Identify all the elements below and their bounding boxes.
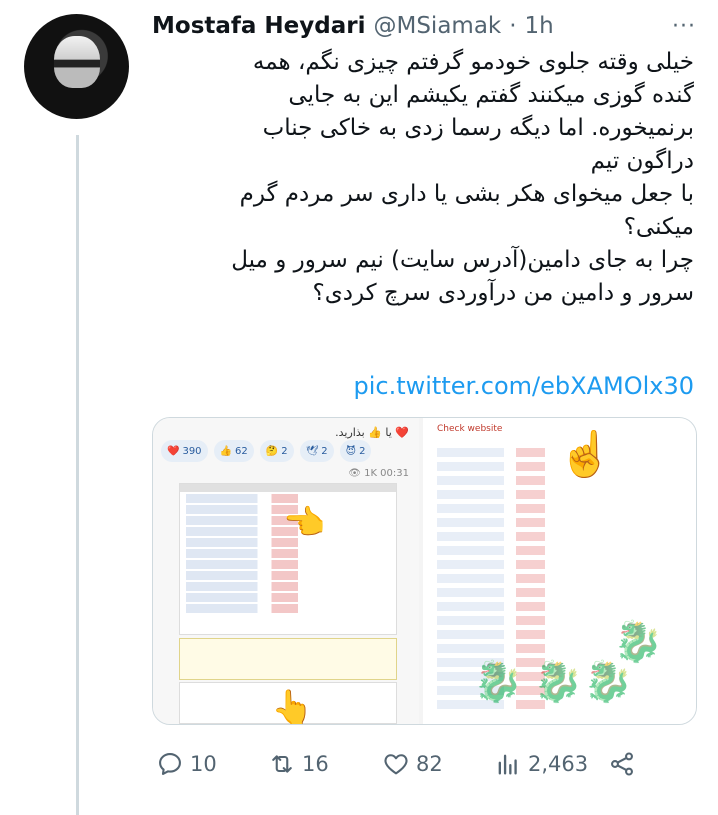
dragon-watermark-icon: 🐉 <box>533 659 583 705</box>
share-icon <box>611 752 633 776</box>
dragon-watermark-icon: 🐉 <box>473 659 523 705</box>
separator-dot: · <box>509 13 517 39</box>
tweet-header: Mostafa Heydari @MSiamak · 1h <box>152 10 554 42</box>
retweet-icon <box>272 755 292 773</box>
avatar[interactable] <box>24 14 129 119</box>
tweet-text: خیلی وقته جلوی خودمو گرفتم چیزی نگم، همه… <box>231 49 694 306</box>
view-count: 2,463 <box>528 752 589 776</box>
like-button[interactable]: 82 <box>382 744 443 784</box>
heart-icon <box>384 754 408 775</box>
tweet-media[interactable]: ❤️ یا 👍 بذارید. ❤️ 390 👍 62 🤔 2 🕊 2 😈 2 👁 1K … <box>152 417 697 725</box>
reply-count: 10 <box>190 752 217 776</box>
tweet-time[interactable]: 1h <box>525 13 554 39</box>
retweet-button[interactable]: 16 <box>268 744 329 784</box>
reaction-chip: ❤️ 390 <box>161 440 208 462</box>
media-image-left[interactable]: ❤️ یا 👍 بذارید. ❤️ 390 👍 62 🤔 2 🕊 2 😈 2 👁 1K … <box>153 418 419 724</box>
pointing-finger-icon: 👆 <box>271 688 314 725</box>
media-image-right[interactable]: Check website ☝️ 🐉 🐉 🐉 🐉 <box>423 418 696 724</box>
reaction-chip: 😈 2 <box>339 440 372 462</box>
reply-button[interactable]: 10 <box>156 744 217 784</box>
reply-icon <box>159 753 181 775</box>
reaction-chip: 🕊 2 <box>299 440 334 462</box>
tweet-actions: 10 16 82 2,463 <box>152 744 692 784</box>
views-button[interactable]: 2,463 <box>494 744 588 784</box>
author-name[interactable]: Mostafa Heydari <box>152 13 365 39</box>
reaction-chip: 👍 62 <box>213 440 254 462</box>
dragon-watermark-icon: 🐉 <box>583 659 633 705</box>
thread-line <box>76 135 79 815</box>
avatar-helmet-image <box>54 36 100 88</box>
tweet-media-link[interactable]: pic.twitter.com/ebXAMOlx30 <box>300 372 694 400</box>
telegram-caption: ❤️ یا 👍 بذارید. <box>335 426 409 439</box>
ip-lookup-screenshot <box>179 638 397 680</box>
more-options-icon[interactable]: ··· <box>672 14 696 39</box>
video-views: 👁 1K 00:31 <box>348 468 409 479</box>
retweet-count: 16 <box>302 752 329 776</box>
check-website-header: Check website <box>437 424 503 434</box>
author-handle[interactable]: @MSiamak <box>373 13 501 39</box>
like-count: 82 <box>416 752 443 776</box>
reaction-bar: ❤️ 390 👍 62 🤔 2 🕊 2 😈 2 <box>161 440 372 462</box>
share-button[interactable] <box>608 744 636 784</box>
reaction-chip: 🤔 2 <box>259 440 294 462</box>
pointing-finger-icon: ☝️ <box>558 429 613 480</box>
views-bar-chart-icon <box>498 754 517 775</box>
pointing-finger-icon: 👈 <box>283 503 326 543</box>
